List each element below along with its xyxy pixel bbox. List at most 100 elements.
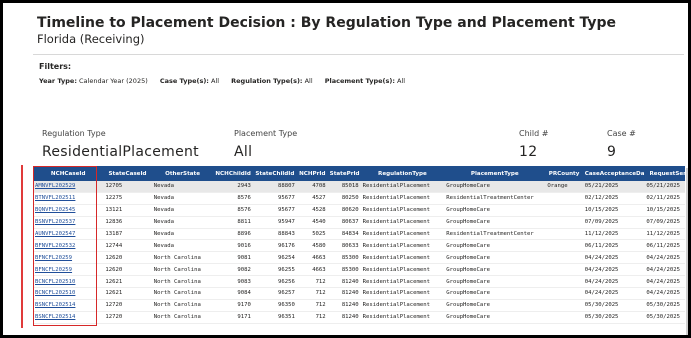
cell-nchprid: 4663	[296, 263, 328, 277]
cell-nchchildid: 9082	[213, 263, 253, 277]
case-id-link[interactable]: BSNCFL202514	[33, 311, 104, 324]
cell-stateprid: 81240	[327, 299, 361, 312]
table-row[interactable]: BTNVFL202511 12275 Nevada 8576 95677 4527 8025…	[33, 192, 685, 205]
column-header-nchchildid[interactable]: NCHChildId	[213, 166, 253, 181]
table-row[interactable]: AMNVFL202529 12705 Nevada 2943 88807 4708 8501…	[33, 181, 685, 193]
case-id-link[interactable]: BSNCFL202514	[33, 299, 104, 312]
cell-caseacceptancedate: 04/24/2025	[582, 251, 645, 265]
cell-statechildid: 88843	[252, 228, 297, 241]
cell-statechildid: 95947	[252, 216, 297, 229]
column-header-requestsent[interactable]: RequestSent	[644, 166, 685, 181]
cell-otherstate: North Carolina	[151, 275, 214, 289]
cell-nchprid: 4528	[296, 204, 328, 217]
cell-nchprid: 712	[296, 275, 328, 289]
column-header-stateprid[interactable]: StatePrId	[327, 166, 361, 181]
cell-nchchildid: 8896	[213, 228, 253, 241]
cell-nchprid: 5025	[296, 228, 328, 241]
cell-placementtype: GroupHomeCare	[444, 263, 546, 277]
case-id-link[interactable]: AUNVFL202547	[33, 228, 104, 241]
case-id-link[interactable]: AMNVFL202529	[33, 181, 104, 193]
cell-otherstate: Nevada	[151, 204, 214, 217]
placement-type-label: Placement Type(s):	[324, 77, 395, 85]
data-table-container[interactable]: NCHCaseId StateCaseId OtherState NCHChildId…	[33, 166, 685, 328]
column-header-nchprid[interactable]: NCHPrId	[296, 166, 328, 181]
column-header-placementtype[interactable]: PlacementType	[444, 166, 546, 181]
cell-statecaseid: 12705	[103, 181, 152, 193]
column-header-statecaseid[interactable]: StateCaseId	[103, 166, 152, 181]
table-row[interactable]: BCNCFL202510 12621 North Carolina 9084 96257…	[33, 287, 685, 300]
column-header-caseacceptancedate[interactable]: CaseAcceptanceDate	[582, 166, 645, 181]
cell-statechildid: 95677	[252, 192, 297, 205]
table-row[interactable]: BSNCFL202514 12720 North Carolina 9171 96351…	[33, 311, 685, 324]
regulation-card-value: ResidentialPlacement	[42, 144, 199, 160]
case-id-link[interactable]: BQNVFL202545	[33, 204, 104, 217]
cell-prcounty	[545, 251, 583, 265]
page-subtitle: Florida (Receiving)	[37, 32, 145, 46]
cell-caseacceptancedate: 04/24/2025	[582, 287, 645, 300]
cell-requestsent: 04/24/2025	[644, 251, 685, 265]
cell-requestsent: 04/24/2025	[644, 275, 685, 289]
case-id-link[interactable]: BTNVFL202511	[33, 192, 104, 205]
table-row[interactable]: AUNVFL202547 13187 Nevada 8896 88843 5025 8483…	[33, 228, 685, 241]
cell-regulationtype: ResidentialPlacement	[360, 311, 445, 324]
table-row[interactable]: BSNVFL202537 12836 Nevada 8811 95947 4540 8063…	[33, 216, 685, 229]
cell-prcounty	[545, 192, 583, 205]
cell-stateprid: 85300	[327, 251, 361, 265]
table-row[interactable]: BFNVFL202532 12744 Nevada 9016 96176 4580 8063…	[33, 239, 685, 253]
table-header-row: NCHCaseId StateCaseId OtherState NCHChildId…	[33, 166, 685, 181]
table-row[interactable]: BFNCFL20259 12620 North Carolina 9081 96254 4…	[33, 251, 685, 265]
regulation-type-value: All	[304, 77, 313, 85]
case-id-link[interactable]: BCNCFL202510	[33, 275, 104, 289]
column-header-regulationtype[interactable]: RegulationType	[360, 166, 445, 181]
regulation-card-label: Regulation Type	[42, 129, 106, 138]
cell-prcounty	[545, 275, 583, 289]
cell-otherstate: North Carolina	[151, 263, 214, 277]
table-row[interactable]: BSNCFL202514 12720 North Carolina 9170 96350…	[33, 299, 685, 312]
cell-statecaseid: 12621	[103, 287, 152, 300]
cell-statecaseid: 12620	[103, 263, 152, 277]
cell-statecaseid: 12275	[103, 192, 152, 205]
case-id-link[interactable]: BFNVFL202532	[33, 239, 104, 253]
cell-stateprid: 80250	[327, 192, 361, 205]
column-header-statechildid[interactable]: StateChildId	[252, 166, 297, 181]
cell-caseacceptancedate: 10/15/2025	[582, 204, 645, 217]
cell-stateprid: 80637	[327, 216, 361, 229]
table-row[interactable]: BFNCFL20259 12620 North Carolina 9082 96255 4…	[33, 263, 685, 277]
cell-requestsent: 05/21/2025	[644, 181, 685, 193]
cell-stateprid: 81240	[327, 311, 361, 324]
child-count-label: Child #	[519, 129, 549, 138]
cell-stateprid: 81240	[327, 275, 361, 289]
cell-placementtype: GroupHomeCare	[444, 204, 546, 217]
cell-regulationtype: ResidentialPlacement	[360, 181, 445, 193]
case-id-link[interactable]: BCNCFL202510	[33, 287, 104, 300]
column-header-prcounty[interactable]: PRCounty	[545, 166, 583, 181]
table-row[interactable]: BCNCFL202510 12621 North Carolina 9083 96256…	[33, 275, 685, 289]
cell-statechildid: 88807	[252, 181, 297, 193]
cell-placementtype: GroupHomeCare	[444, 275, 546, 289]
column-header-nchcaseid[interactable]: NCHCaseId	[33, 166, 104, 181]
placement-card-label: Placement Type	[234, 129, 298, 138]
column-header-otherstate[interactable]: OtherState	[151, 166, 214, 181]
cell-stateprid: 85300	[327, 263, 361, 277]
table-row[interactable]: BQNVFL202545 13121 Nevada 8576 95677 4528 8062…	[33, 204, 685, 217]
year-type-label: Year Type:	[39, 77, 77, 85]
cell-placementtype: GroupHomeCare	[444, 299, 546, 312]
cell-nchchildid: 9016	[213, 239, 253, 253]
cell-nchchildid: 8811	[213, 216, 253, 229]
cell-placementtype: GroupHomeCare	[444, 287, 546, 300]
case-id-link[interactable]: BSNVFL202537	[33, 216, 104, 229]
cell-caseacceptancedate: 05/30/2025	[582, 311, 645, 324]
cell-statechildid: 96350	[252, 299, 297, 312]
case-id-link[interactable]: BFNCFL20259	[33, 263, 104, 277]
cell-nchprid: 4708	[296, 181, 328, 193]
case-type-value: All	[211, 77, 220, 85]
cell-statecaseid: 12836	[103, 216, 152, 229]
cell-requestsent: 02/11/2025	[644, 192, 685, 205]
cell-statecaseid: 13187	[103, 228, 152, 241]
cell-statechildid: 96351	[252, 311, 297, 324]
case-id-link[interactable]: BFNCFL20259	[33, 251, 104, 265]
cell-otherstate: North Carolina	[151, 251, 214, 265]
cell-nchchildid: 9170	[213, 299, 253, 312]
cell-placementtype: ResidentialTreatmentCenter	[444, 192, 546, 205]
selection-indicator	[21, 165, 23, 328]
